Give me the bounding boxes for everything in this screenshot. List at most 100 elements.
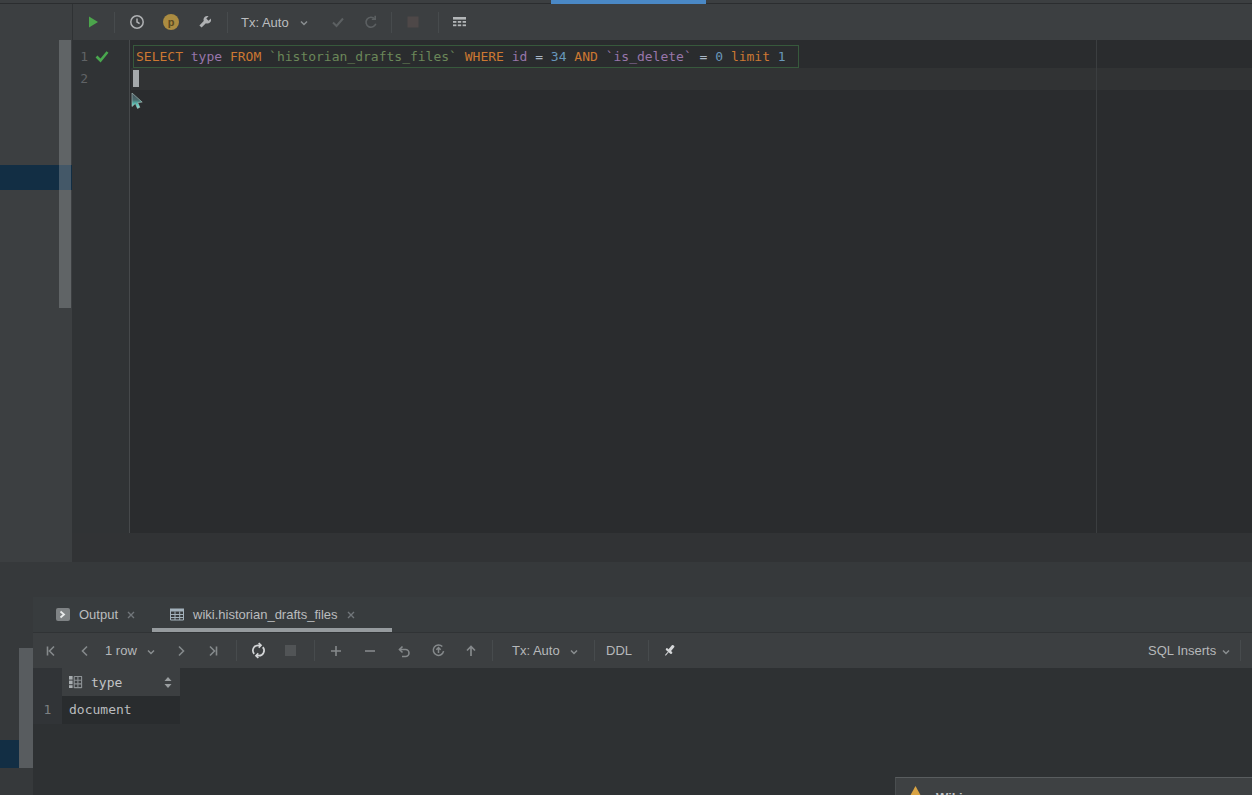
table-lines-icon [451,14,468,30]
row-count-dropdown[interactable]: 1 row [105,643,137,658]
table-icon [169,607,185,622]
sql-token: `is_delete` [606,49,700,64]
stop-icon [284,644,297,657]
row-count-chevron-icon[interactable] [146,647,156,657]
row-number: 1 [33,696,62,724]
next-page-button[interactable] [173,643,189,659]
rollback-icon [363,14,379,30]
in-editor-results-button[interactable] [451,14,468,30]
chevron-left-icon [77,643,93,659]
tx-mode-dropdown[interactable]: Tx: Auto [241,15,289,30]
last-page-icon [205,643,221,659]
sql-token: id [512,49,535,64]
sort-icon[interactable] [163,676,173,689]
results-tx-chevron-icon[interactable] [569,647,579,657]
line-number: 1 [72,46,88,68]
sql-token: WHERE [465,49,512,64]
background-left-panel [0,4,72,562]
run-button[interactable] [85,14,101,30]
sql-token: = [535,49,551,64]
bottom-scrollbar-thumb[interactable] [19,648,33,768]
row-count-label: 1 row [105,643,137,658]
right-margin-guide [1096,40,1097,533]
tab-label: Output [79,607,118,622]
minus-icon [362,643,378,659]
first-page-button[interactable] [43,643,59,659]
results-tab-bar: Output wiki.historian_drafts_files [33,597,1252,633]
column-header-type[interactable]: type [62,668,180,696]
parameters-button[interactable]: p [163,14,179,30]
results-tx-label: Tx: Auto [512,643,560,658]
wrench-icon [197,14,213,30]
clock-icon [129,14,145,30]
background-left-strip-bottom [0,597,33,795]
reload-button[interactable] [250,642,267,659]
stop-button[interactable] [406,15,420,29]
tab-output[interactable]: Output [43,597,148,632]
last-page-button[interactable] [205,643,221,659]
results-tx-dropdown[interactable]: Tx: Auto [512,643,560,658]
tab-result-grid[interactable]: wiki.historian_drafts_files [157,597,368,632]
close-icon[interactable] [126,610,136,620]
p-icon: p [168,16,175,28]
ddl-label: DDL [606,643,632,658]
history-button[interactable] [129,14,145,30]
sql-statement: SELECT type FROM `historian_drafts_files… [136,46,786,68]
tab-label: wiki.historian_drafts_files [193,607,338,622]
add-row-button[interactable] [328,643,344,659]
results-panel: Output wiki.historian_drafts_files 1 row [33,597,1252,795]
left-scrollbar-thumb[interactable] [59,40,71,308]
tx-mode-label: Tx: Auto [241,15,289,30]
column-name: type [91,675,122,690]
sql-token: 1 [778,49,786,64]
chevron-right-icon [173,643,189,659]
sql-token: FROM [230,49,269,64]
notification-popup[interactable]: Wiki [895,777,1252,795]
insert-mode-dropdown[interactable]: SQL Inserts [1148,643,1216,658]
close-icon[interactable] [346,610,356,620]
active-tab-underline [152,628,392,632]
arrow-up-icon [463,643,479,659]
sql-token: type [191,49,230,64]
sql-token: 34 [551,49,574,64]
first-page-icon [43,643,59,659]
statement-ok-icon [94,48,110,64]
ddl-button[interactable]: DDL [606,643,632,658]
rollback-button[interactable] [363,14,379,30]
refresh-submit-button[interactable] [430,642,447,659]
refresh-icon [250,642,267,659]
prev-page-button[interactable] [77,643,93,659]
table-cell-type[interactable]: document [62,696,180,724]
selected-row-fragment [0,740,19,768]
undo-icon [396,643,412,659]
commit-button[interactable] [330,14,346,30]
text-caret [133,70,139,87]
sql-token: AND [574,49,605,64]
sql-token: limit [731,49,778,64]
insert-mode-label: SQL Inserts [1148,643,1216,658]
mouse-pointer-icon [131,93,146,110]
pin-icon [661,642,678,659]
sql-editor[interactable]: 1 2 SELECT type FROM `historian_drafts_f… [72,40,1252,533]
output-icon [55,607,71,622]
submit-button[interactable] [463,643,479,659]
settings-button[interactable] [197,14,213,30]
sql-token: `historian_drafts_files` [269,49,465,64]
stop-query-button[interactable] [284,644,297,657]
warning-icon [908,785,923,795]
notification-title: Wiki [936,790,963,795]
tx-chevron-icon[interactable] [299,18,309,28]
results-table: type 1 document [33,668,1252,795]
revert-button[interactable] [396,643,412,659]
insert-mode-chevron-icon[interactable] [1221,647,1231,657]
editor-gutter [72,40,130,533]
row-number-header [33,668,62,696]
line-number: 2 [72,68,88,90]
stop-icon [406,15,420,29]
delete-row-button[interactable] [362,643,378,659]
pin-tab-button[interactable] [661,642,678,659]
column-icon [68,675,83,689]
check-icon [330,14,346,30]
sql-token: SELECT [136,49,191,64]
splitter-band[interactable] [0,562,1252,597]
